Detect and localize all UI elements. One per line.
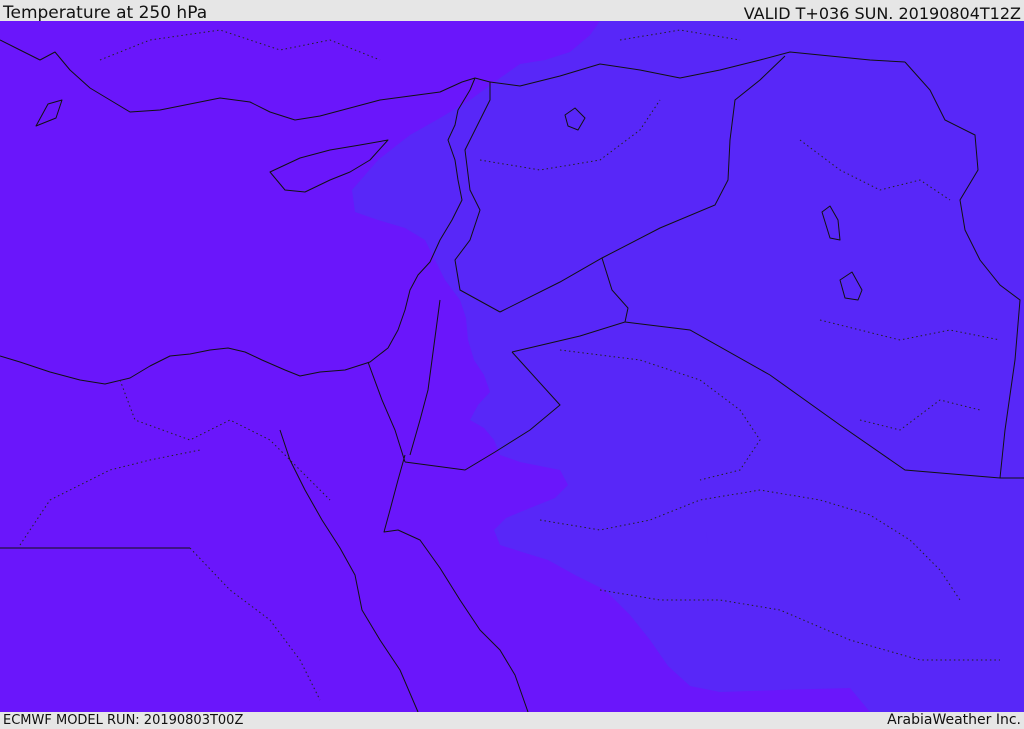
map-title: Temperature at 250 hPa: [3, 3, 208, 23]
map-area: [0, 21, 1024, 712]
temperature-map: [0, 21, 1024, 712]
footer-bar: ECMWF MODEL RUN: 20190803T00Z ArabiaWeat…: [0, 712, 1024, 729]
credit-label: ArabiaWeather Inc.: [887, 712, 1021, 728]
model-run-label: ECMWF MODEL RUN: 20190803T00Z: [3, 713, 244, 728]
header-bar: Temperature at 250 hPa VALID T+036 SUN. …: [0, 0, 1024, 23]
